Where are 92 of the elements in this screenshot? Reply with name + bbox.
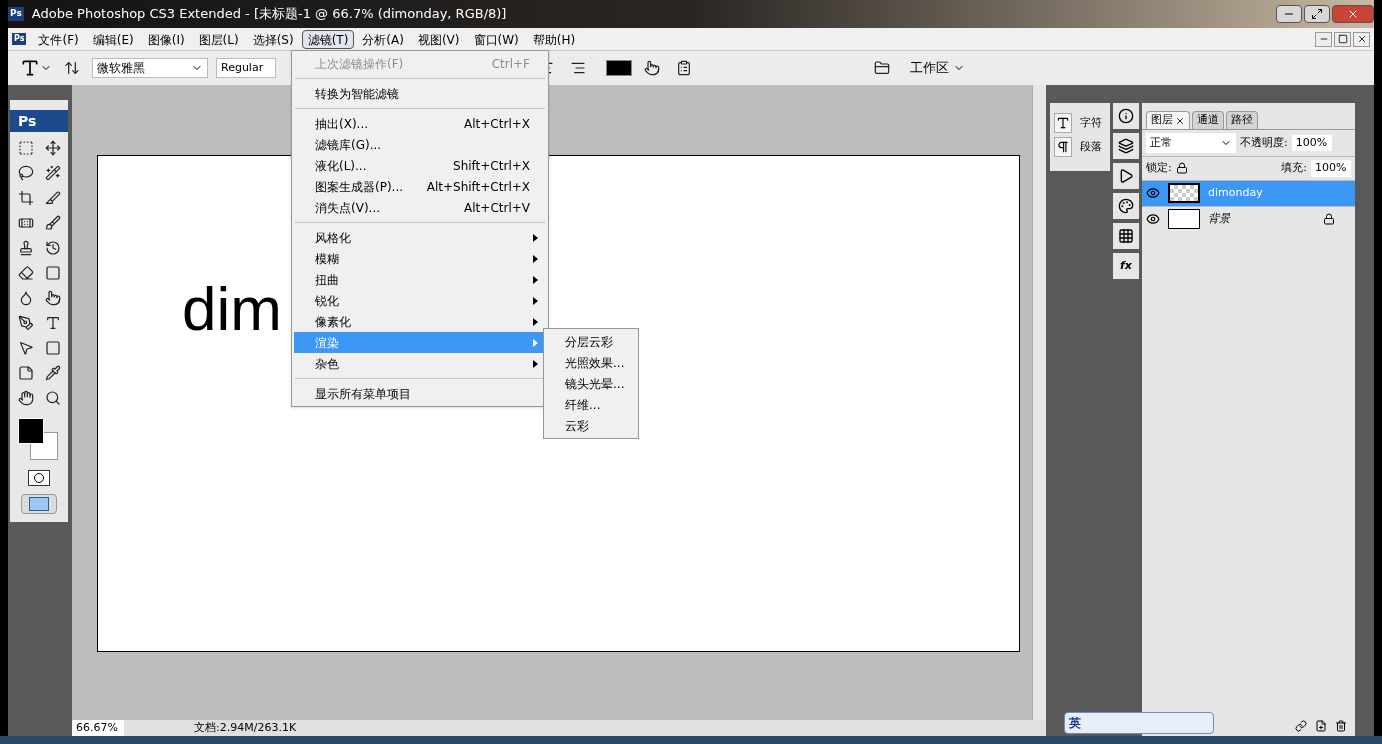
menu-item[interactable]: 抽出(X)... Alt+Ctrl+X [294, 113, 546, 134]
close-icon [1356, 34, 1367, 44]
panel-tab[interactable]: 路径 [1226, 111, 1258, 129]
quick-mask-button[interactable] [28, 470, 50, 486]
new-layer-icon[interactable] [1315, 720, 1327, 732]
document-info: 文档:2.94M/263.1K [194, 719, 298, 736]
layer-name: dimonday [1208, 184, 1263, 201]
menu-item[interactable]: 转换为智能滤镜 [294, 83, 546, 104]
canvas-text: dim [182, 274, 282, 343]
close-button[interactable] [1353, 31, 1370, 47]
menu-item[interactable]: 模糊 [294, 248, 546, 269]
color-swatches[interactable] [18, 418, 60, 462]
play-icon[interactable] [1113, 163, 1139, 189]
minimize-button[interactable] [1315, 31, 1332, 47]
maximize-button[interactable] [1304, 5, 1330, 23]
swatches-icon[interactable] [1113, 223, 1139, 249]
menu-item[interactable]: 镜头光晕... [544, 373, 638, 394]
menu-item[interactable]: 图像(I) [141, 29, 191, 49]
layer-row[interactable]: 背景 [1142, 205, 1355, 232]
menu-item[interactable]: 分层云彩 [544, 331, 638, 352]
menu-item[interactable]: 液化(L)... Shift+Ctrl+X [294, 155, 546, 176]
submenu-arrow-icon [533, 317, 538, 326]
blend-mode-dropdown[interactable]: 正常 [1146, 133, 1236, 153]
menu-item[interactable]: 云彩 [544, 415, 638, 436]
menu-item[interactable]: 分析(A) [356, 29, 410, 49]
submenu-arrow-icon [533, 275, 538, 284]
submenu-arrow-icon [533, 254, 538, 263]
menu-item[interactable]: 光照效果... [544, 352, 638, 373]
panel-button[interactable]: 字符 [1054, 113, 1106, 133]
menu-item[interactable]: 滤镜库(G)... [294, 134, 546, 155]
menu-item[interactable]: 帮助(H) [526, 29, 582, 49]
window-title: Adobe Photoshop CS3 Extended - [未标题-1 @ 66.7% (dimonday, RGB/8)] [31, 5, 507, 24]
panel-button[interactable]: 段落 [1054, 137, 1106, 157]
submenu-arrow-icon [533, 338, 538, 347]
app-logo: Ps [8, 7, 24, 21]
fill-label: 填充: [1281, 160, 1307, 176]
app-logo: Ps [10, 110, 68, 132]
font-family-dropdown[interactable]: 微软雅黑 [92, 58, 208, 78]
menu-item[interactable]: 消失点(V)... Alt+Ctrl+V [294, 197, 546, 218]
menu-item[interactable]: 编辑(E) [86, 29, 140, 49]
menu-item[interactable]: 杂色 [294, 353, 546, 374]
opacity-label: 不透明度: [1240, 134, 1288, 151]
restore-icon [1337, 34, 1348, 44]
lock-icon[interactable] [1175, 162, 1188, 175]
submenu-arrow-icon [533, 296, 538, 305]
eye-icon[interactable] [1146, 212, 1160, 226]
menu-item[interactable]: 扭曲 [294, 269, 546, 290]
styles-button[interactable]: fx [1113, 253, 1139, 279]
menu-item[interactable]: 锐化 [294, 290, 546, 311]
menu-item[interactable]: 选择(S) [246, 29, 300, 49]
menu-item[interactable]: 视图(V) [411, 29, 466, 49]
panel-tab[interactable]: 通道 [1192, 111, 1224, 129]
palette-icon[interactable] [1113, 193, 1139, 219]
menu-item[interactable]: 图层(L) [192, 29, 245, 49]
link-icon[interactable] [1295, 720, 1307, 732]
panel-tab[interactable]: 图层 [1146, 111, 1190, 129]
minimize-button[interactable] [1276, 5, 1302, 23]
menu-item[interactable]: 文件(F) [32, 29, 85, 49]
menu-item[interactable]: 显示所有菜单项目 [294, 383, 546, 404]
menu-item[interactable]: 滤镜(T) [301, 29, 355, 49]
lock-icon [1323, 213, 1335, 225]
font-style-dropdown[interactable]: Regular [216, 58, 276, 78]
layer-thumbnail [1168, 209, 1200, 229]
vertical-scrollbar[interactable] [1032, 85, 1046, 720]
lock-label: 锁定: [1146, 160, 1172, 176]
workspace-button[interactable]: 工作区 [902, 58, 973, 78]
layer-thumbnail [1168, 183, 1200, 203]
submenu-arrow-icon [533, 233, 538, 242]
text-tool-button[interactable] [20, 58, 52, 78]
menu-item[interactable]: 图案生成器(P)... Alt+Shift+Ctrl+X [294, 176, 546, 197]
menu-item[interactable]: 纤维... [544, 394, 638, 415]
pilcrow-icon [1056, 140, 1070, 154]
info-icon[interactable] [1113, 103, 1139, 129]
menu-item[interactable]: 风格化 [294, 227, 546, 248]
text-color-swatch[interactable] [606, 60, 632, 76]
layer-name: 背景 [1208, 210, 1230, 227]
opacity-field[interactable]: 100% [1291, 134, 1332, 152]
fill-field[interactable]: 100% [1311, 160, 1351, 177]
ime-language[interactable]: 英 [1069, 714, 1081, 732]
close-icon [1347, 8, 1359, 20]
screen-mode-button[interactable] [21, 494, 57, 514]
menu-item[interactable]: 窗口(W) [467, 29, 525, 49]
restore-button[interactable] [1334, 31, 1351, 47]
type-icon [20, 58, 40, 78]
eye-icon[interactable] [1146, 186, 1160, 200]
close-icon[interactable] [1175, 115, 1185, 126]
app-logo: Ps [12, 33, 27, 45]
maximize-icon [1311, 8, 1323, 20]
menu-item[interactable]: 像素化 [294, 311, 546, 332]
trash-icon[interactable] [1335, 720, 1347, 732]
type-icon [1056, 116, 1070, 130]
submenu-arrow-icon [533, 359, 538, 368]
